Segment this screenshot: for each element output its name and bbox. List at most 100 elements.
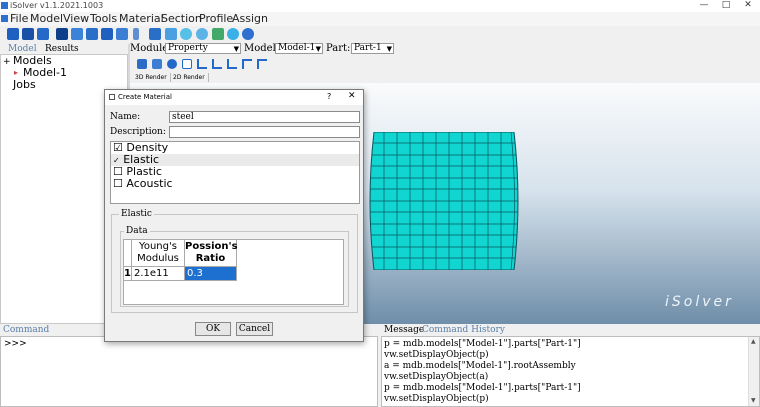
- menu-tools[interactable]: Tools: [90, 12, 117, 26]
- message-line: a = mdb.models["Model-1"].rootAssembly: [384, 361, 576, 371]
- menu-view[interactable]: View: [63, 12, 89, 26]
- scroll-down-icon[interactable]: ▼: [751, 397, 756, 404]
- menu-file[interactable]: File: [10, 12, 28, 26]
- step-icon[interactable]: [116, 28, 128, 40]
- view-back-icon[interactable]: [212, 59, 222, 69]
- behavior-list: ☑ Density ✓ Elastic ☐ Plastic ☐ Acoustic: [110, 141, 360, 204]
- scroll-up-icon[interactable]: ▲: [751, 338, 756, 345]
- table-corner: [124, 240, 132, 267]
- behavior-label: Acoustic: [126, 177, 173, 190]
- menu-section[interactable]: Section: [161, 12, 202, 26]
- cell-poisson-ratio[interactable]: 0.3: [185, 267, 237, 281]
- module-value: Property: [168, 43, 208, 53]
- message-line: vw.setDisplayObject(p): [384, 394, 489, 404]
- left-panel-tabs: Model Results: [0, 44, 128, 54]
- dialog-icon: [109, 94, 115, 100]
- menu-assign[interactable]: Assign: [232, 12, 268, 26]
- behavior-acoustic[interactable]: ☐ Acoustic: [111, 178, 359, 190]
- visualization-icon[interactable]: [227, 28, 239, 40]
- maximize-button[interactable]: □: [716, 0, 736, 12]
- material-icon[interactable]: [71, 28, 83, 40]
- sphere-icon[interactable]: [196, 28, 208, 40]
- ok-button[interactable]: OK: [195, 322, 231, 336]
- column-header-youngs-modulus[interactable]: Young's Modulus: [132, 240, 185, 267]
- cylinder-mesh: [369, 132, 519, 270]
- menu-profile[interactable]: Profile: [199, 12, 233, 26]
- job-icon[interactable]: [212, 28, 224, 40]
- message-scrollbar[interactable]: ▲ ▼: [748, 337, 759, 406]
- chevron-down-icon: ▼: [315, 45, 321, 53]
- menu-material[interactable]: Material: [119, 12, 164, 26]
- column-header-poisson-ratio[interactable]: Possion's Ratio: [185, 240, 238, 267]
- check-mark-icon[interactable]: ✓: [113, 156, 120, 165]
- cancel-button[interactable]: Cancel: [236, 322, 273, 336]
- tab-3d-render[interactable]: 3D Render: [132, 73, 171, 82]
- data-group-title: Data: [124, 226, 150, 237]
- name-field[interactable]: steel: [169, 111, 360, 123]
- part-select[interactable]: Part-1 ▼: [351, 43, 394, 54]
- fit-view-icon[interactable]: [182, 59, 192, 69]
- app-logo-icon: [1, 15, 8, 22]
- menu-model[interactable]: Model: [30, 12, 63, 26]
- part-label: Part:: [326, 43, 351, 54]
- tab-2d-render[interactable]: 2D Render: [170, 73, 209, 82]
- tree-item-jobs[interactable]: Jobs: [13, 79, 36, 91]
- row-header[interactable]: 1: [124, 267, 132, 281]
- grid-icon[interactable]: [133, 28, 139, 40]
- tab-results[interactable]: Results: [45, 44, 79, 54]
- new-file-icon[interactable]: [7, 28, 19, 40]
- tab-model[interactable]: Model: [8, 44, 37, 54]
- tab-message[interactable]: Message: [384, 325, 424, 335]
- view-toolbar: [130, 58, 760, 72]
- description-field[interactable]: [169, 126, 360, 138]
- section-icon[interactable]: [86, 28, 98, 40]
- module-bar: Module: Property ▼ Model: Model-1 ▼ Part…: [130, 42, 760, 56]
- cell-youngs-modulus[interactable]: 2.1e11: [132, 267, 185, 281]
- view-front-icon[interactable]: [197, 59, 207, 69]
- name-label: Name:: [110, 112, 141, 122]
- rotate-icon[interactable]: [152, 59, 162, 69]
- minimize-button[interactable]: —: [694, 0, 714, 12]
- elastic-data-table: Young's Modulus Possion's Ratio 1 2.1e11…: [123, 239, 344, 305]
- interaction-icon[interactable]: [149, 28, 161, 40]
- main-toolbar: [0, 27, 760, 42]
- dialog-close-button[interactable]: ✕: [348, 91, 356, 101]
- command-panel[interactable]: >>>: [0, 336, 378, 407]
- model-value: Model-1: [278, 43, 316, 53]
- pan-icon[interactable]: [137, 59, 147, 69]
- model-label: Model:: [244, 43, 280, 54]
- view-bottom-icon[interactable]: [242, 59, 252, 69]
- part-icon[interactable]: [56, 28, 68, 40]
- title-bar: iSolver v1.1.2021.1003 — □ ✕: [0, 0, 760, 12]
- model-select[interactable]: Model-1 ▼: [275, 43, 323, 54]
- zoom-icon[interactable]: [167, 59, 177, 69]
- close-window-button[interactable]: ✕: [738, 0, 758, 12]
- tab-command-history[interactable]: Command History: [422, 325, 505, 335]
- checkbox-unchecked-icon[interactable]: ☐: [113, 177, 123, 190]
- open-folder-icon[interactable]: [22, 28, 34, 40]
- save-icon[interactable]: [37, 28, 49, 40]
- dialog-title-bar[interactable]: Create Material ? ✕: [105, 90, 363, 105]
- message-panel[interactable]: p = mdb.models["Model-1"].parts["Part-1"…: [381, 336, 760, 407]
- view-iso-icon[interactable]: [257, 59, 267, 69]
- menu-bar: File Model View Tools Material Section P…: [0, 12, 760, 26]
- elastic-group: Elastic Data Young's Modulus Possion's R…: [111, 209, 358, 313]
- dialog-title: Create Material: [118, 93, 172, 101]
- data-group: Data Young's Modulus Possion's Ratio 1 2…: [120, 226, 349, 307]
- mesh-icon[interactable]: [180, 28, 192, 40]
- module-select[interactable]: Property ▼: [165, 43, 241, 54]
- message-line: vw.setDisplayObject(p): [384, 350, 489, 360]
- chevron-down-icon: ▼: [233, 45, 239, 53]
- command-label[interactable]: Command: [3, 325, 49, 335]
- command-prompt[interactable]: >>>: [4, 339, 27, 349]
- view-top-icon[interactable]: [227, 59, 237, 69]
- load-icon[interactable]: [165, 28, 177, 40]
- assembly-icon[interactable]: [101, 28, 113, 40]
- help-button[interactable]: ?: [327, 92, 331, 101]
- message-line: p = mdb.models["Model-1"].parts["Part-1"…: [384, 383, 581, 393]
- message-line: vw.setDisplayObject(a): [384, 372, 489, 382]
- chevron-down-icon: ▼: [386, 45, 392, 53]
- message-line: p = mdb.models["Model-1"].parts["Part-1"…: [384, 339, 581, 349]
- info-icon[interactable]: [242, 28, 254, 40]
- tree-expander-icon[interactable]: +: [3, 56, 11, 68]
